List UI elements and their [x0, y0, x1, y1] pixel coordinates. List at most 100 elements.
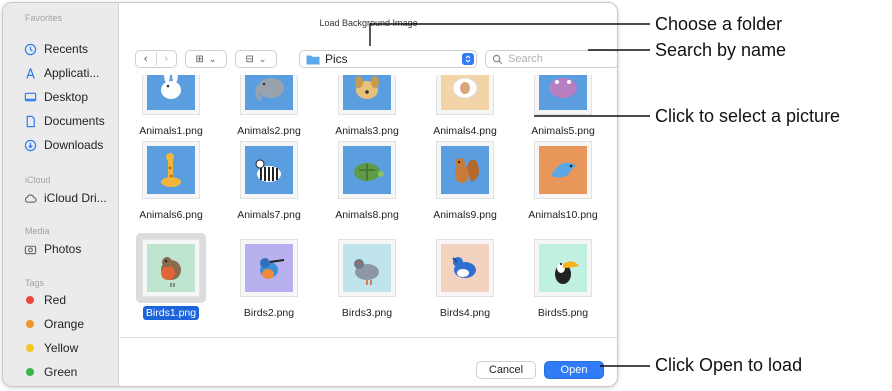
main-pane: Load Background Image ‹ › ⊞ ⌄ ⊟ ⌄ Pics S… — [120, 3, 617, 386]
pigeon-icon — [354, 259, 379, 285]
chevron-down-icon: ⌄ — [258, 53, 267, 64]
file-item[interactable]: Animals7.png — [224, 133, 314, 233]
cancel-button[interactable]: Cancel — [476, 361, 536, 379]
media-heading: Media — [25, 226, 50, 236]
file-name: Animals8.png — [335, 209, 399, 221]
location-popup[interactable]: Pics — [299, 50, 477, 68]
search-input[interactable] — [508, 53, 608, 65]
cloud-icon — [23, 191, 37, 205]
file-thumbnail — [338, 141, 396, 199]
search-icon — [492, 54, 503, 65]
file-name: Birds1.png — [126, 306, 216, 320]
tag-yellow-dot — [26, 344, 34, 352]
turtle-icon — [354, 163, 384, 181]
giraffe-icon — [161, 153, 181, 187]
callout-choose-folder: Choose a folder — [655, 14, 783, 34]
callout-search: Search by name — [655, 40, 787, 60]
bottom-divider — [120, 337, 617, 338]
group-icon: ⊟ — [245, 53, 254, 65]
file-name: Birds3.png — [341, 307, 393, 319]
file-item[interactable]: Animals8.png — [322, 133, 412, 233]
file-thumbnail — [534, 75, 592, 115]
file-thumbnail — [240, 141, 298, 199]
sidebar-item-label: Recents — [44, 42, 89, 56]
file-thumbnail — [142, 141, 200, 199]
file-name: Birds4.png — [439, 307, 491, 319]
sidebar-item-applications[interactable]: Applicati... — [23, 64, 99, 82]
folder-icon — [306, 54, 320, 65]
callout-select-picture: Click to select a picture — [655, 106, 841, 126]
sidebar-item-label: Orange — [44, 317, 85, 331]
file-thumbnail — [436, 141, 494, 199]
sidebar-item-label: Applicati... — [44, 66, 100, 80]
sidebar-item-icloud-drive[interactable]: iCloud Dri... — [23, 189, 107, 207]
file-thumbnail — [534, 239, 592, 297]
updown-chevron-icon — [462, 53, 474, 65]
sidebar-item-photos[interactable]: Photos — [23, 240, 81, 258]
sidebar: Favorites Recents Applicati... Desktop D… — [3, 3, 119, 386]
file-thumbnail — [240, 75, 298, 115]
robin-icon — [161, 257, 181, 287]
chevron-down-icon: ⌄ — [208, 53, 217, 64]
file-thumbnail — [436, 239, 494, 297]
file-item[interactable]: Birds1.png — [126, 231, 216, 331]
file-item[interactable]: Animals10.png — [518, 133, 608, 233]
sidebar-tag-red[interactable]: Red — [23, 291, 66, 309]
apps-icon — [23, 66, 37, 80]
file-name: Animals9.png — [433, 209, 497, 221]
file-name: Birds2.png — [243, 307, 295, 319]
file-thumbnail — [436, 75, 494, 115]
bluejay-icon — [452, 257, 476, 278]
toucan-icon — [555, 261, 579, 284]
sidebar-item-desktop[interactable]: Desktop — [23, 88, 88, 106]
back-button[interactable]: ‹ — [136, 53, 156, 65]
sidebar-item-downloads[interactable]: Downloads — [23, 136, 103, 154]
hippo-icon — [549, 78, 577, 98]
file-thumbnail — [142, 75, 200, 115]
group-by-menu[interactable]: ⊟ ⌄ — [235, 50, 277, 68]
squirrel-icon — [455, 158, 479, 183]
icloud-heading: iCloud — [25, 175, 51, 185]
sidebar-item-documents[interactable]: Documents — [23, 112, 105, 130]
file-name: Animals7.png — [237, 209, 301, 221]
tags-heading: Tags — [25, 278, 45, 288]
file-item[interactable]: Animals9.png — [420, 133, 510, 233]
sidebar-item-label: Photos — [44, 242, 82, 256]
open-button[interactable]: Open — [544, 361, 604, 379]
sidebar-tag-yellow[interactable]: Yellow — [23, 339, 78, 357]
sidebar-item-label: Red — [44, 293, 67, 307]
zebra-icon — [255, 159, 281, 182]
dog-icon — [355, 76, 379, 99]
forward-button[interactable]: › — [156, 53, 176, 65]
sidebar-item-label: Green — [44, 365, 78, 379]
tag-red-dot — [26, 296, 34, 304]
sidebar-item-recents[interactable]: Recents — [23, 40, 88, 58]
desktop-icon — [23, 90, 37, 104]
tag-orange-dot — [26, 320, 34, 328]
file-item[interactable]: Birds5.png — [518, 231, 608, 331]
file-grid: Animals1.png Animals2.png Animals3.png Anim… — [120, 75, 617, 337]
file-open-dialog: Favorites Recents Applicati... Desktop D… — [2, 2, 618, 387]
download-icon — [23, 138, 37, 152]
sheep-icon — [452, 77, 478, 99]
file-item[interactable]: Animals6.png — [126, 133, 216, 233]
sidebar-item-label: Documents — [44, 114, 105, 128]
file-name: Birds5.png — [537, 307, 589, 319]
icon-view-menu[interactable]: ⊞ ⌄ — [185, 50, 227, 68]
favorites-heading: Favorites — [25, 13, 63, 23]
back-forward-buttons: ‹ › — [135, 50, 177, 68]
file-item[interactable]: Birds2.png — [224, 231, 314, 331]
sidebar-tag-orange[interactable]: Orange — [23, 315, 84, 333]
clock-icon — [23, 42, 37, 56]
file-item[interactable]: Birds3.png — [322, 231, 412, 331]
dolphin-icon — [551, 162, 577, 178]
rabbit-icon — [161, 75, 181, 99]
sidebar-tag-green[interactable]: Green — [23, 363, 77, 381]
file-item[interactable]: Birds4.png — [420, 231, 510, 331]
dialog-title: Load Background Image — [319, 18, 418, 28]
callout-open: Click Open to load — [655, 355, 803, 375]
file-name: Animals6.png — [139, 209, 203, 221]
toolbar: ‹ › ⊞ ⌄ ⊟ ⌄ Pics — [135, 47, 617, 71]
sidebar-item-label: Downloads — [44, 138, 104, 152]
sidebar-item-label: Yellow — [44, 341, 79, 355]
